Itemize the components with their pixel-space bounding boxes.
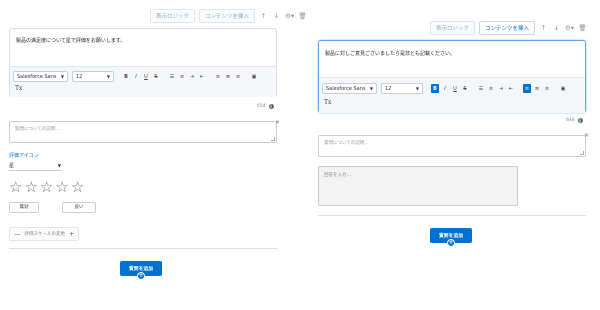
arrow-down-icon[interactable]: ↓: [552, 24, 561, 32]
info-icon[interactable]: i: [577, 118, 583, 123]
plus-icon[interactable]: +: [69, 230, 74, 238]
italic-button[interactable]: I: [441, 84, 449, 93]
divider: [318, 215, 586, 216]
display-logic-button[interactable]: 表示ロジック: [430, 21, 476, 35]
scale-change-control: — 評価スケールの変更 +: [9, 227, 80, 241]
description-textarea[interactable]: 質問についての説明...: [318, 135, 586, 157]
font-family-select[interactable]: Salesforce Sans ▼: [13, 71, 68, 82]
description-placeholder: 質問についての説明...: [15, 127, 60, 132]
trash-icon[interactable]: 🗑: [298, 12, 307, 20]
star-icon[interactable]: ☆: [9, 179, 22, 195]
display-logic-button[interactable]: 表示ロジック: [150, 9, 196, 23]
italic-button[interactable]: I: [132, 72, 140, 81]
right-question-editor[interactable]: 製品に対しご意見ございましたら是非とも記載ください。 Salesforce Sa…: [318, 40, 586, 113]
close-icon[interactable]: ×: [584, 132, 589, 139]
numbered-list-icon[interactable]: ≡: [487, 84, 495, 93]
outdent-icon[interactable]: ⇤: [198, 72, 206, 81]
minus-icon[interactable]: —: [14, 230, 21, 238]
star-rating: ☆ ☆ ☆ ☆ ☆: [9, 179, 84, 195]
plus-icon: +: [137, 272, 145, 280]
bullet-list-icon[interactable]: ☰: [168, 72, 176, 81]
trash-icon[interactable]: 🗑: [578, 24, 587, 32]
chevron-down-icon: ▼: [60, 74, 64, 79]
align-right-icon[interactable]: ≡: [234, 72, 242, 81]
left-question-actions: 表示ロジック コンテンツを挿入 ↑ ↓ ⚙▾ 🗑: [150, 9, 307, 23]
insert-content-button[interactable]: コンテンツを挿入: [199, 9, 256, 23]
arrow-up-icon[interactable]: ↑: [539, 24, 548, 32]
chevron-down-icon: ▼: [57, 163, 61, 168]
rating-icon-label: 評価アイコン: [9, 153, 39, 159]
clear-format-button[interactable]: Tx: [324, 99, 331, 106]
image-icon[interactable]: ▣: [250, 72, 258, 81]
indent-icon[interactable]: ⇥: [497, 84, 505, 93]
bullet-list-icon[interactable]: ☰: [477, 84, 485, 93]
star-icon[interactable]: ☆: [40, 179, 53, 195]
add-question-button[interactable]: 質問を追加 +: [120, 261, 162, 280]
align-center-icon[interactable]: ≣: [533, 84, 541, 93]
gear-icon[interactable]: ⚙▾: [285, 12, 294, 20]
bold-button[interactable]: B: [122, 72, 130, 81]
font-size-select[interactable]: 12 ▼: [72, 71, 114, 82]
chevron-down-icon: ▼: [369, 86, 373, 91]
star-icon[interactable]: ☆: [24, 179, 37, 195]
font-family-value: Salesforce Sans: [17, 73, 57, 80]
left-question-editor[interactable]: 製品の満足度について星で評価をお願いします。 Salesforce Sans ▼ …: [9, 28, 277, 97]
question-text[interactable]: 製品に対しご意見ございましたら是非とも記載ください。: [325, 50, 455, 57]
option-high-button[interactable]: 良い: [62, 202, 96, 213]
char-count-value: 654: [257, 104, 266, 109]
underline-button[interactable]: U: [142, 72, 150, 81]
answer-placeholder: 回答を入力...: [324, 173, 351, 178]
rich-text-toolbar: Salesforce Sans ▼ 12 ▼ B I U S ☰ ≡ ⇥ ⇤ ≡ ≣…: [319, 77, 585, 113]
arrow-up-icon[interactable]: ↑: [259, 12, 268, 20]
gear-icon[interactable]: ⚙▾: [565, 24, 574, 32]
char-count: 654 i: [257, 104, 274, 109]
plus-icon: +: [447, 239, 455, 247]
strikethrough-button[interactable]: S: [461, 84, 469, 93]
add-question-button[interactable]: 質問を追加 +: [430, 228, 472, 247]
underline-button[interactable]: U: [451, 84, 459, 93]
clear-format-button[interactable]: Tx: [15, 85, 22, 92]
indent-icon[interactable]: ⇥: [188, 72, 196, 81]
align-left-icon[interactable]: ≡: [523, 84, 531, 93]
font-size-value: 12: [76, 73, 83, 80]
align-right-icon[interactable]: ≡: [543, 84, 551, 93]
font-family-value: Salesforce Sans: [326, 85, 366, 92]
add-question-label: 質問を追加: [129, 267, 153, 272]
star-icon[interactable]: ☆: [55, 179, 68, 195]
font-size-value: 12: [385, 85, 392, 92]
info-icon[interactable]: i: [268, 104, 274, 109]
resize-handle[interactable]: [271, 137, 275, 141]
chevron-down-icon: ▼: [415, 86, 419, 91]
description-textarea[interactable]: 質問についての説明...: [9, 121, 277, 143]
strikethrough-button[interactable]: S: [152, 72, 160, 81]
arrow-down-icon[interactable]: ↓: [272, 12, 281, 20]
rating-icon-value: 星: [9, 163, 15, 169]
scale-label: 評価スケールの変更: [24, 232, 66, 237]
font-size-select[interactable]: 12 ▼: [381, 83, 423, 94]
add-question-label: 質問を追加: [439, 234, 463, 239]
numbered-list-icon[interactable]: ≡: [178, 72, 186, 81]
image-icon[interactable]: ▣: [559, 84, 567, 93]
char-count-value: 648: [566, 118, 575, 123]
rich-text-toolbar: Salesforce Sans ▼ 12 ▼ B I U S ☰ ≡ ⇥ ⇤ ≡ ≣…: [10, 66, 276, 97]
star-icon[interactable]: ☆: [71, 179, 84, 195]
rating-icon-select[interactable]: 星 ▼: [9, 162, 61, 171]
outdent-icon[interactable]: ⇤: [507, 84, 515, 93]
resize-handle[interactable]: [580, 151, 584, 155]
right-question-actions: 表示ロジック コンテンツを挿入 ↑ ↓ ⚙▾ 🗑: [430, 21, 587, 35]
option-low-button[interactable]: 無効: [9, 202, 39, 213]
description-placeholder: 質問についての説明...: [324, 141, 369, 146]
bold-button[interactable]: B: [431, 84, 439, 93]
close-icon[interactable]: ×: [275, 119, 280, 126]
answer-textarea[interactable]: 回答を入力...: [318, 166, 518, 206]
align-left-icon[interactable]: ≡: [214, 72, 222, 81]
insert-content-button[interactable]: コンテンツを挿入: [479, 21, 536, 35]
divider: [9, 248, 277, 249]
question-text[interactable]: 製品の満足度について星で評価をお願いします。: [16, 37, 125, 44]
char-count: 648 i: [566, 118, 583, 123]
align-center-icon[interactable]: ≣: [224, 72, 232, 81]
font-family-select[interactable]: Salesforce Sans ▼: [322, 83, 377, 94]
chevron-down-icon: ▼: [106, 74, 110, 79]
